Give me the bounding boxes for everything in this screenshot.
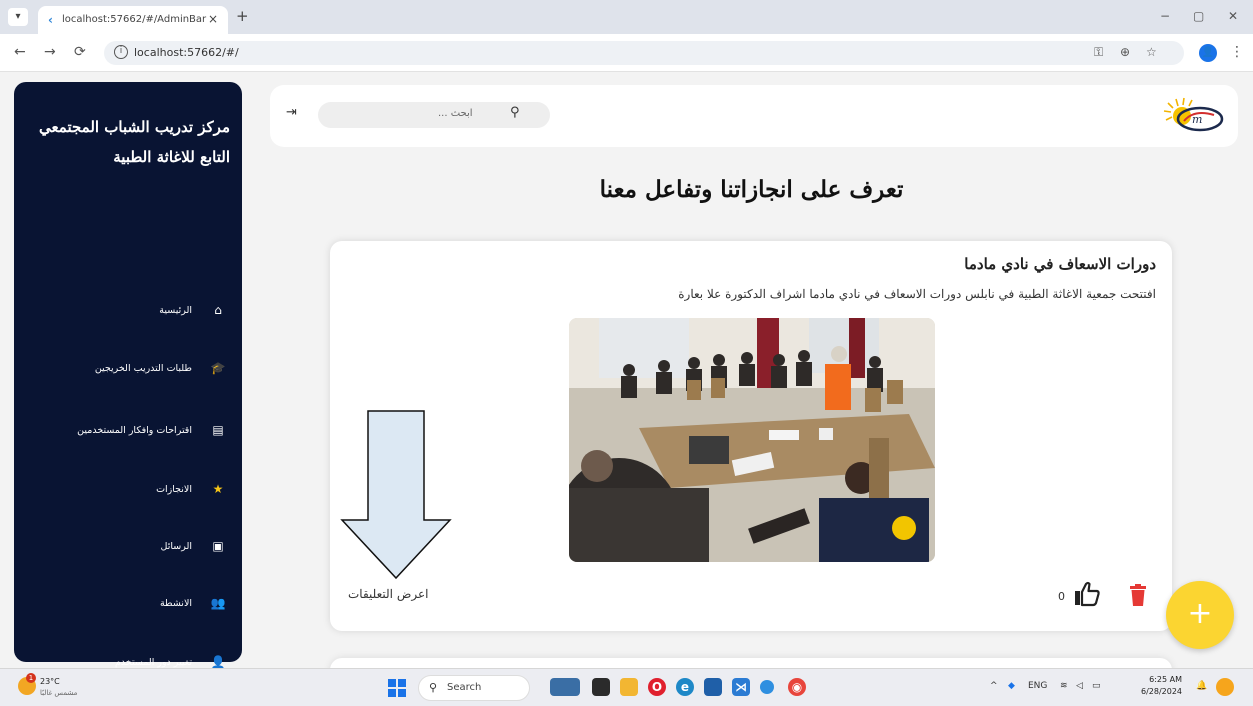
sidebar-item-home[interactable]: ⌂ الرئيسية xyxy=(159,298,226,322)
sidebar-item-label: الانجازات xyxy=(156,483,192,495)
pinned-app-icon[interactable] xyxy=(760,680,774,694)
windows-taskbar: 1 23°C مشمس غالبًا ⚲ Search O e ⋊ ◉ ^ ◆ … xyxy=(0,668,1253,706)
sidebar-item-label: الانشطة xyxy=(159,597,192,609)
volume-icon[interactable]: ◁ xyxy=(1076,681,1083,691)
add-person-icon: 👥 xyxy=(210,596,226,610)
search-icon: ⚲ xyxy=(429,681,438,694)
windows-start-icon[interactable] xyxy=(388,679,406,697)
battery-icon[interactable]: ▭ xyxy=(1092,681,1101,691)
file-explorer-icon[interactable] xyxy=(620,678,638,696)
tab-title: localhost:57662/#/AdminBar xyxy=(62,14,207,25)
news-app-icon[interactable] xyxy=(550,678,580,696)
post-body: افتتحت جمعية الاغاثة الطبية في نابلس دور… xyxy=(678,287,1156,301)
tray-overflow-icon[interactable]: ^ xyxy=(990,681,998,691)
taskbar-search-label: Search xyxy=(447,682,482,693)
notification-badge: 1 xyxy=(26,673,36,683)
profile-avatar[interactable]: 👤 xyxy=(1199,44,1217,62)
tray-app-icon[interactable]: ◆ xyxy=(1008,681,1015,691)
taskbar-search-input[interactable]: ⚲ Search xyxy=(418,675,530,701)
tab-search-menu-icon[interactable]: ▾ xyxy=(8,8,28,26)
add-person-icon: 👤 xyxy=(210,655,226,669)
sidebar-item-label: الرئيسية xyxy=(159,304,192,316)
sidebar-item-label: تغيير دور المستخدم xyxy=(114,656,192,668)
maximize-button[interactable]: ▢ xyxy=(1193,9,1204,23)
chat-lines-icon: ▤ xyxy=(212,423,224,437)
org-title: مركز تدريب الشباب المجتمعي التابع للاغاث… xyxy=(39,118,230,166)
logo: m xyxy=(1163,97,1224,132)
language-indicator[interactable]: ENG xyxy=(1028,681,1047,691)
sidebar-item-label: طلبات التدريب الخريجين xyxy=(94,362,192,374)
top-bar: ⇥ ابحث ... ⚲ m xyxy=(270,85,1238,147)
chrome-icon[interactable]: ◉ xyxy=(788,678,806,696)
svg-text:m: m xyxy=(1192,113,1202,126)
close-tab-icon[interactable]: × xyxy=(208,12,218,26)
browser-menu-icon[interactable]: ⋮ xyxy=(1230,44,1244,60)
url-text[interactable]: localhost:57662/#/ xyxy=(134,46,239,59)
search-placeholder: ابحث ... xyxy=(438,108,473,119)
back-icon[interactable]: ← xyxy=(14,44,26,60)
password-key-icon[interactable]: ⚿ xyxy=(1094,45,1103,60)
address-bar: ← → ⟳ i localhost:57662/#/ ⚿ ⊕ ☆ 👤 ⋮ xyxy=(0,34,1253,72)
store-icon[interactable] xyxy=(704,678,722,696)
sidebar: مركز تدريب الشباب المجتمعي التابع للاغاث… xyxy=(14,82,242,669)
close-window-button[interactable]: ✕ xyxy=(1228,9,1238,23)
thumbs-up-icon[interactable] xyxy=(1073,581,1101,607)
site-info-icon[interactable]: i xyxy=(114,45,128,59)
browser-tab[interactable]: ‹ localhost:57662/#/AdminBar × xyxy=(38,6,228,34)
forward-icon[interactable]: → xyxy=(44,44,56,60)
zoom-icon[interactable]: ⊕ xyxy=(1120,45,1130,59)
reload-icon[interactable]: ⟳ xyxy=(74,44,86,60)
notification-bell-icon[interactable]: 🔔 xyxy=(1196,681,1207,691)
sidebar-item-label: الرسائل xyxy=(160,540,192,552)
browser-tab-bar: ▾ ‹ localhost:57662/#/AdminBar × + − ▢ ✕ xyxy=(0,0,1253,34)
flutter-favicon-icon: ‹ xyxy=(48,13,53,27)
achievement-post-card: دورات الاسعاف في نادي مادما افتتحت جمعية… xyxy=(330,241,1172,631)
sidebar-item-label: اقتراحات وافكار المستخدمين xyxy=(77,424,192,436)
sidebar-item-suggestions[interactable]: ▤ اقتراحات وافكار المستخدمين xyxy=(77,418,226,442)
search-icon[interactable]: ⚲ xyxy=(510,105,520,120)
home-icon: ⌂ xyxy=(214,303,222,317)
weather-widget[interactable]: 1 23°C مشمس غالبًا xyxy=(18,673,98,703)
clock[interactable]: 6:25 AM 6/28/2024 xyxy=(1141,674,1182,698)
show-comments-link[interactable]: اعرض التعليقات xyxy=(348,587,428,601)
weather-desc: مشمس غالبًا xyxy=(40,689,78,697)
weather-temp: 23°C xyxy=(40,677,60,686)
edge-icon[interactable]: e xyxy=(676,678,694,696)
sidebar-item-achievements[interactable]: ★ الانجازات xyxy=(156,477,226,501)
delete-icon[interactable] xyxy=(1129,584,1147,606)
logout-icon[interactable]: ⇥ xyxy=(286,105,297,120)
opera-icon[interactable]: O xyxy=(648,678,666,696)
new-tab-button[interactable]: + xyxy=(236,8,249,24)
add-post-button[interactable]: + xyxy=(1166,581,1234,649)
wifi-icon[interactable]: ≋ xyxy=(1060,681,1068,691)
task-view-icon[interactable] xyxy=(592,678,610,696)
like-count: 0 xyxy=(1058,590,1065,603)
sidebar-item-training-requests[interactable]: 🎓 طلبات التدريب الخريجين xyxy=(95,356,226,380)
sidebar-item-activities[interactable]: 👥 الانشطة xyxy=(160,591,226,615)
clock-date: 6/28/2024 xyxy=(1141,687,1183,696)
contact-card-icon: ▣ xyxy=(212,539,224,553)
minimize-button[interactable]: − xyxy=(1160,9,1170,23)
sidebar-item-messages[interactable]: ▣ الرسائل xyxy=(161,534,226,558)
post-title: دورات الاسعاف في نادي مادما xyxy=(964,255,1156,273)
graduation-cap-icon: 🎓 xyxy=(210,361,226,375)
copilot-icon[interactable] xyxy=(1216,678,1234,696)
vscode-icon[interactable]: ⋊ xyxy=(732,678,750,696)
star-icon: ★ xyxy=(212,482,224,496)
search-input[interactable]: ابحث ... ⚲ xyxy=(318,102,550,128)
page-title: تعرف على انجازاتنا وتفاعل معنا xyxy=(599,176,904,203)
post-photo xyxy=(569,318,935,562)
url-field[interactable]: i localhost:57662/#/ ⚿ ⊕ ☆ xyxy=(104,41,1184,65)
down-arrow-annotation xyxy=(340,410,452,580)
clock-time: 6:25 AM xyxy=(1149,675,1183,684)
bookmark-star-icon[interactable]: ☆ xyxy=(1146,45,1157,59)
